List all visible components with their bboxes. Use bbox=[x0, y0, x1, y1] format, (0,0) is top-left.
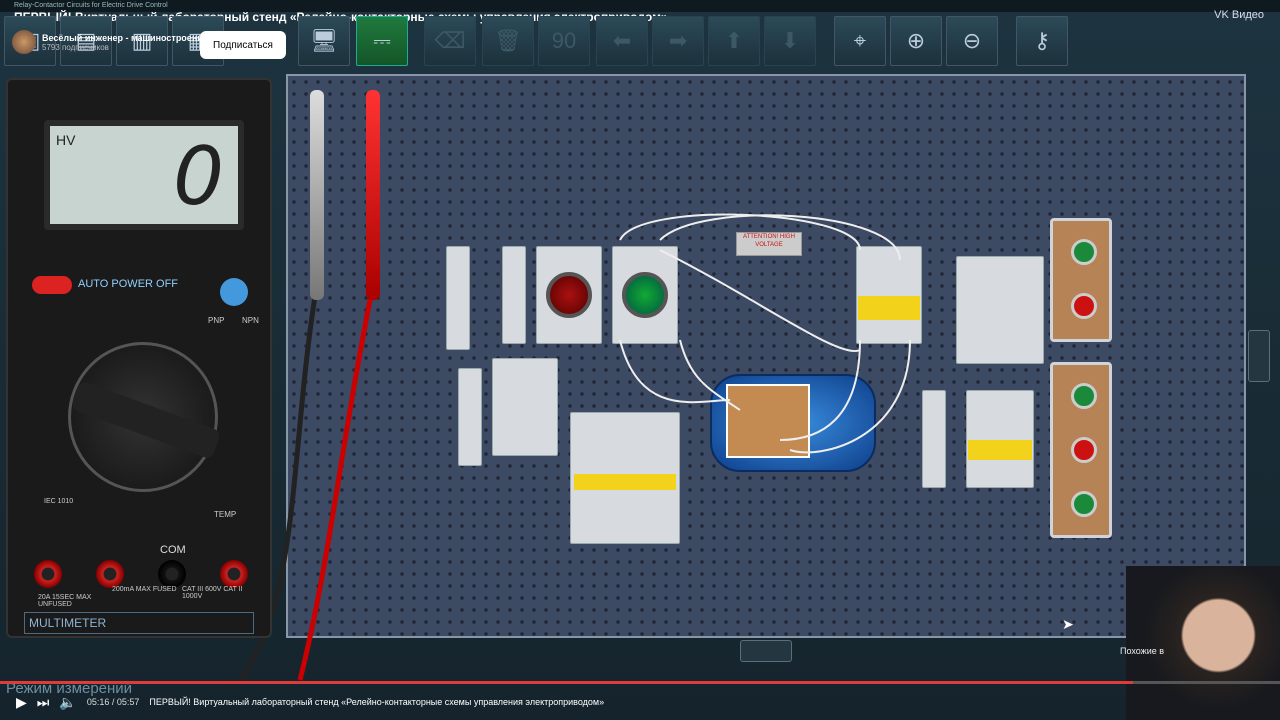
player-controls: ▶ ⏭ 🔈 05:16 / 05:57 ПЕРВЫЙ! Виртуальный … bbox=[0, 690, 1280, 714]
red-probe[interactable] bbox=[366, 90, 380, 300]
jack-text-2: 200mA MAX FUSED bbox=[112, 586, 177, 593]
play-icon[interactable]: ▶ bbox=[16, 694, 27, 711]
20a-jack[interactable] bbox=[34, 560, 62, 588]
jack-text-3: CAT III 600V CAT II 1000V bbox=[182, 586, 243, 600]
com-jack[interactable] bbox=[158, 560, 186, 588]
horizontal-scroll-handle[interactable] bbox=[740, 640, 792, 662]
jack-text-1: 20A 15SEC MAX UNFUSED bbox=[38, 594, 92, 608]
video-progress-fill bbox=[0, 681, 1133, 684]
video-progress[interactable] bbox=[0, 681, 1280, 684]
range-dial[interactable] bbox=[68, 342, 222, 492]
temp-label: TEMP bbox=[214, 510, 237, 519]
multimeter-display: HV 0 bbox=[44, 120, 244, 230]
multimeter-label: MULTIMETER bbox=[24, 612, 254, 634]
com-label: COM bbox=[160, 544, 186, 556]
power-button[interactable] bbox=[32, 276, 72, 294]
v-ohm-jack[interactable] bbox=[220, 560, 248, 588]
app-window: Relay-Contactor Circuits for Electric Dr… bbox=[0, 0, 1280, 720]
black-probe[interactable] bbox=[310, 90, 324, 300]
player-video-title: ПЕРВЫЙ! Виртуальный лабораторный стенд «… bbox=[149, 697, 605, 707]
lcd-mode: HV bbox=[56, 132, 76, 148]
next-icon[interactable]: ⏭ bbox=[37, 694, 50, 711]
similar-videos-label[interactable]: Похожие в bbox=[1120, 646, 1164, 656]
vertical-scroll-handle[interactable] bbox=[1248, 330, 1270, 382]
ma-jack[interactable] bbox=[96, 560, 124, 588]
npn-label: NPN bbox=[242, 316, 259, 325]
pnp-label: PNP bbox=[208, 316, 225, 325]
mouse-cursor-icon: ➤ bbox=[1062, 616, 1074, 632]
dial-knob[interactable] bbox=[70, 380, 222, 460]
multimeter: HV 0 AUTO POWER OFF PNP NPN TEMP IEC 101… bbox=[6, 78, 272, 638]
auto-power-label: AUTO POWER OFF bbox=[78, 278, 179, 290]
iec-label: IEC 1010 bbox=[44, 498, 74, 505]
video-time: 05:16 / 05:57 bbox=[86, 697, 140, 707]
transistor-socket[interactable] bbox=[220, 278, 248, 306]
lcd-value: 0 bbox=[173, 130, 224, 223]
volume-icon[interactable]: 🔈 bbox=[59, 694, 76, 711]
